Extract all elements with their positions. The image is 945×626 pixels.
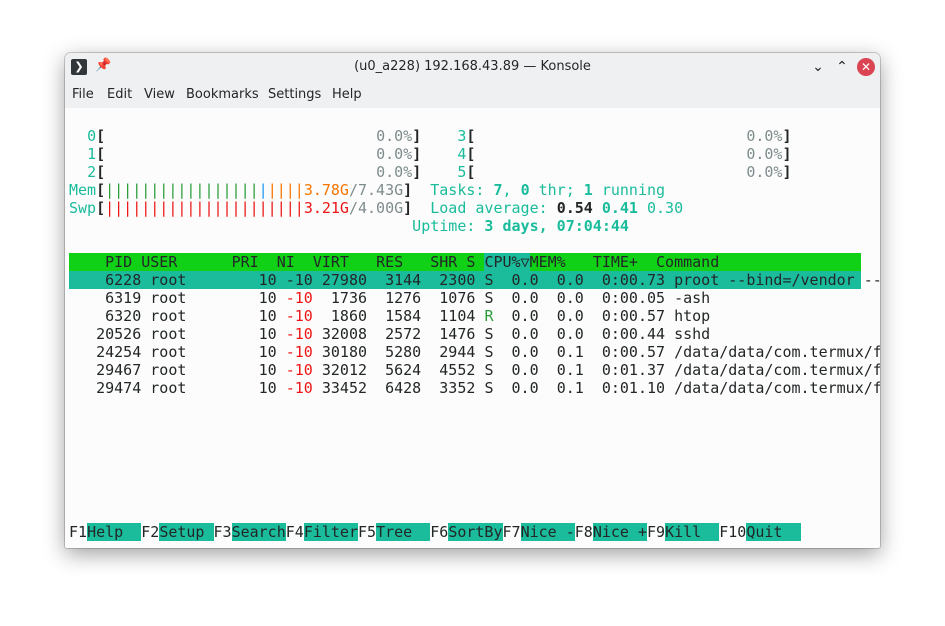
menu-file[interactable]: File: [72, 81, 94, 108]
fkey-tree[interactable]: F5Tree: [358, 523, 431, 541]
mem-meter-row: Mem[||||||||||||||||||||||3.78G/7.43G] T…: [69, 181, 666, 199]
table-row[interactable]: 6319 root 10 -10 1736 1276 1076 S 0.0 0.…: [69, 289, 710, 307]
close-button[interactable]: ✕: [857, 58, 875, 76]
fkey-search[interactable]: F3Search: [214, 523, 286, 541]
close-icon: ✕: [860, 60, 872, 74]
sort-column-cpu[interactable]: CPU%▽: [484, 253, 530, 271]
fkey-setup[interactable]: F2Setup: [141, 523, 214, 541]
swap-meter-row: Swp[||||||||||||||||||||||3.21G/4.00G] L…: [69, 199, 684, 217]
menu-settings[interactable]: Settings: [268, 81, 321, 108]
window-title: (u0_a228) 192.168.43.89 — Konsole: [354, 59, 591, 74]
table-row[interactable]: 6228 root 10 -10 27980 3144 2300 S 0.0 0…: [69, 271, 880, 289]
menu-help[interactable]: Help: [332, 81, 362, 108]
fkey-sortby[interactable]: F6SortBy: [430, 523, 503, 541]
menu-bar: File Edit View Bookmarks Settings Help: [65, 81, 880, 108]
fkey-kill[interactable]: F9Kill: [647, 523, 720, 541]
chevron-down-icon: ⌄: [812, 59, 824, 75]
cpu-meter-row-3: 2[ 0.0%] 5[ 0.0%]: [87, 163, 792, 181]
table-row[interactable]: 24254 root 10 -10 30180 5280 2944 S 0.0 …: [69, 343, 880, 361]
menu-bookmarks[interactable]: Bookmarks: [186, 81, 259, 108]
process-table-header[interactable]: PID USER PRI NI VIRT RES SHR S CPU%▽MEM%…: [69, 253, 861, 271]
uptime-row: Uptime: 3 days, 07:04:44: [412, 217, 629, 235]
table-row[interactable]: 29474 root 10 -10 33452 6428 3352 S 0.0 …: [69, 379, 880, 397]
menu-view[interactable]: View: [144, 81, 175, 108]
menu-edit[interactable]: Edit: [107, 81, 132, 108]
maximize-button[interactable]: ⌃: [833, 58, 851, 76]
title-bar[interactable]: ❯ 📌 (u0_a228) 192.168.43.89 — Konsole ⌄ …: [65, 53, 880, 82]
fkey-filter[interactable]: F4Filter: [286, 523, 358, 541]
fkey-quit[interactable]: F10Quit: [719, 523, 801, 541]
terminal-area[interactable]: 0[ 0.0%] 3[ 0.0%] 1[ 0.0%] 4[ 0.0%] 2[0…: [65, 108, 880, 548]
cpu-meter-row-2: 1[ 0.0%] 4[ 0.0%]: [87, 145, 792, 163]
cpu-meter-row-1: 0[ 0.0%] 3[ 0.0%]: [87, 127, 792, 145]
konsole-window: ❯ 📌 (u0_a228) 192.168.43.89 — Konsole ⌄ …: [65, 53, 880, 548]
chevron-up-icon: ⌃: [836, 59, 848, 75]
fkey-nice-plus[interactable]: F8Nice +: [575, 523, 647, 541]
fkey-nice-minus[interactable]: F7Nice -: [503, 523, 575, 541]
function-key-bar: F1Help F2Setup F3SearchF4FilterF5Tree F6…: [69, 523, 801, 541]
table-row[interactable]: 29467 root 10 -10 32012 5624 4552 S 0.0 …: [69, 361, 880, 379]
table-row[interactable]: 6320 root 10 -10 1860 1584 1104 R 0.0 0.…: [69, 307, 710, 325]
minimize-button[interactable]: ⌄: [809, 58, 827, 76]
table-row[interactable]: 20526 root 10 -10 32008 2572 1476 S 0.0 …: [69, 325, 710, 343]
fkey-help[interactable]: F1Help: [69, 523, 142, 541]
